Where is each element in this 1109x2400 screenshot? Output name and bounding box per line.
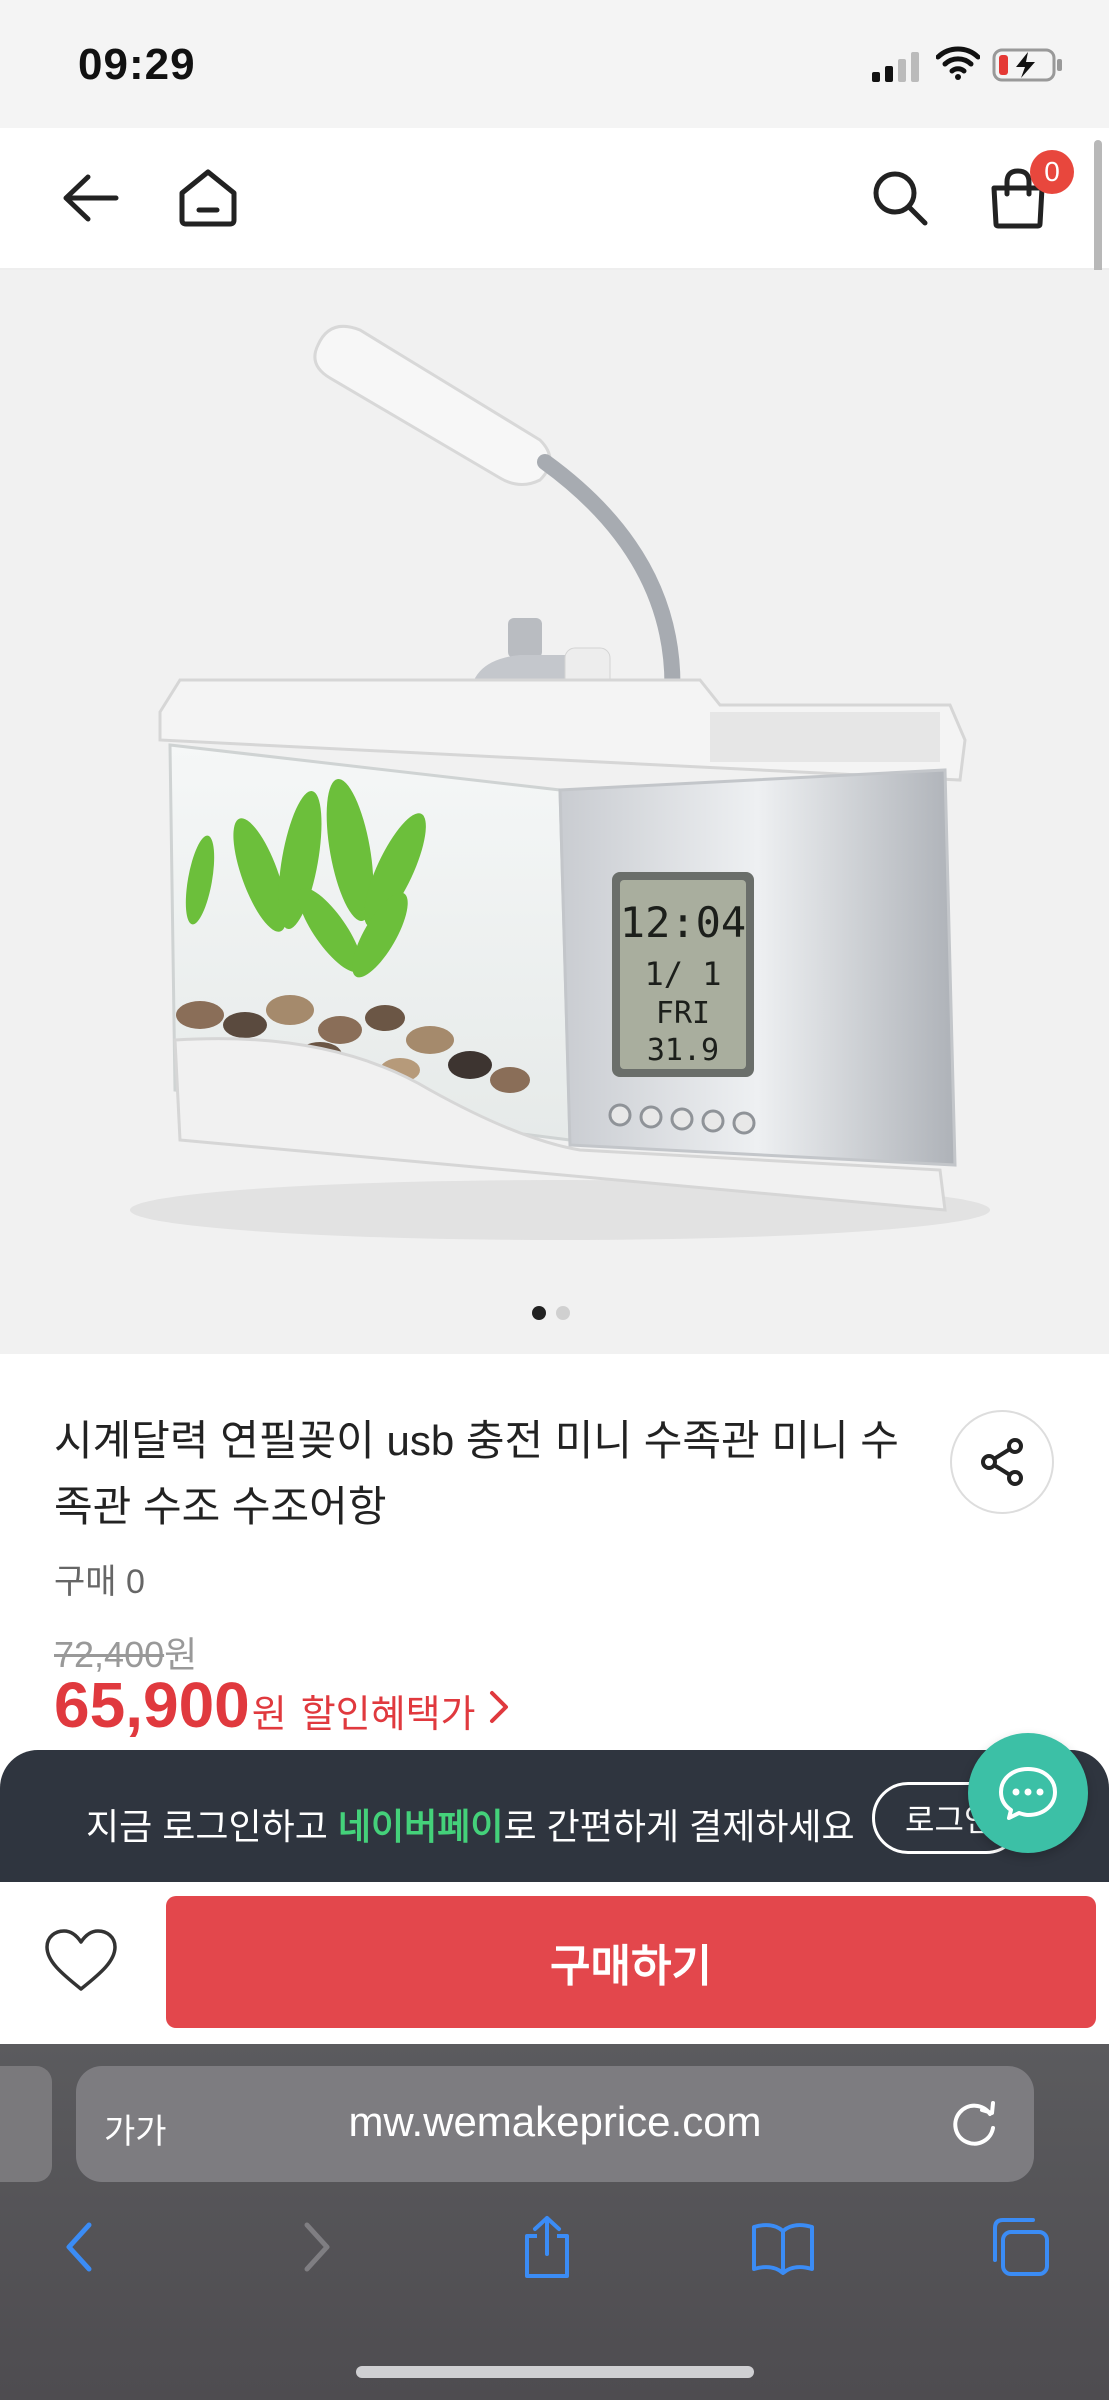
home-button[interactable] bbox=[166, 156, 250, 240]
sale-price-unit: 원 bbox=[251, 1694, 287, 1736]
banner-naverpay-highlight: 네이버페이 bbox=[337, 1806, 504, 1847]
home-indicator[interactable] bbox=[356, 2366, 754, 2378]
chevron-right-icon bbox=[304, 2222, 330, 2272]
heart-icon bbox=[45, 1929, 117, 1991]
search-icon bbox=[873, 171, 928, 226]
reload-button[interactable] bbox=[946, 2096, 1002, 2157]
chat-bubble-icon bbox=[999, 1767, 1057, 1820]
back-button[interactable] bbox=[48, 156, 132, 240]
tabs-icon bbox=[993, 2218, 1049, 2276]
arrow-left-icon bbox=[63, 174, 119, 222]
chat-button[interactable] bbox=[968, 1733, 1088, 1853]
chevron-left-icon bbox=[66, 2222, 92, 2272]
cart-count-badge: 0 bbox=[1030, 150, 1074, 194]
carousel-dot-2[interactable] bbox=[556, 1306, 570, 1320]
svg-text:12:04: 12:04 bbox=[620, 898, 746, 947]
browser-back-button[interactable] bbox=[44, 2212, 114, 2282]
banner-text-after: 로 간편하게 결제하세요 bbox=[503, 1806, 855, 1847]
url-text[interactable]: mw.wemakeprice.com bbox=[230, 2098, 880, 2146]
tabs-button[interactable] bbox=[984, 2212, 1054, 2282]
svg-text:31.9: 31.9 bbox=[647, 1033, 719, 1068]
cellular-signal-icon bbox=[872, 52, 922, 87]
search-button[interactable] bbox=[858, 156, 942, 240]
chevron-right-icon bbox=[489, 1691, 508, 1723]
home-icon bbox=[179, 169, 237, 227]
sale-price[interactable]: 65,900 원 할인혜택가 bbox=[54, 1668, 512, 1742]
wifi-icon bbox=[935, 46, 981, 85]
buy-now-button[interactable]: 구매하기 bbox=[166, 1896, 1096, 2028]
bookmarks-button[interactable] bbox=[748, 2212, 818, 2282]
reload-icon bbox=[953, 2101, 995, 2146]
book-icon bbox=[752, 2223, 814, 2275]
wishlist-button[interactable] bbox=[36, 1916, 126, 2006]
share-up-icon bbox=[525, 2216, 569, 2278]
reader-settings-button[interactable]: 가가 bbox=[104, 2104, 167, 2153]
svg-text:1/ 1: 1/ 1 bbox=[644, 955, 721, 993]
product-title: 시계달력 연필꽂이 usb 충전 미니 수족관 미니 수족관 수조 수조어항 bbox=[54, 1417, 899, 1530]
banner-text-before: 지금 로그인하고 bbox=[86, 1806, 338, 1847]
svg-text:FRI: FRI bbox=[656, 996, 710, 1031]
share-icon bbox=[981, 1438, 1023, 1486]
share-button[interactable] bbox=[950, 1410, 1054, 1514]
discount-benefit-link[interactable]: 할인혜택가 bbox=[301, 1683, 476, 1738]
browser-forward-button[interactable] bbox=[282, 2212, 352, 2282]
browser-share-button[interactable] bbox=[512, 2212, 582, 2282]
top-navigation-bar bbox=[0, 128, 1109, 270]
status-time: 09:29 bbox=[78, 40, 196, 89]
banner-message: 지금 로그인하고 네이버페이로 간편하게 결제하세요 bbox=[86, 1798, 855, 1850]
carousel-dot-1[interactable] bbox=[532, 1306, 546, 1320]
purchase-count: 구매 0 bbox=[54, 1563, 145, 1601]
battery-charging-icon bbox=[992, 48, 1064, 87]
carousel-pagination bbox=[532, 1306, 580, 1325]
previous-tab-preview[interactable] bbox=[0, 2066, 52, 2182]
product-photo: 12:04 1/ 1 FRI 31.9 bbox=[130, 324, 990, 1240]
product-image-carousel[interactable]: 12:04 1/ 1 FRI 31.9 bbox=[0, 270, 1109, 1354]
sale-price-value: 65,900 bbox=[54, 1669, 250, 1741]
